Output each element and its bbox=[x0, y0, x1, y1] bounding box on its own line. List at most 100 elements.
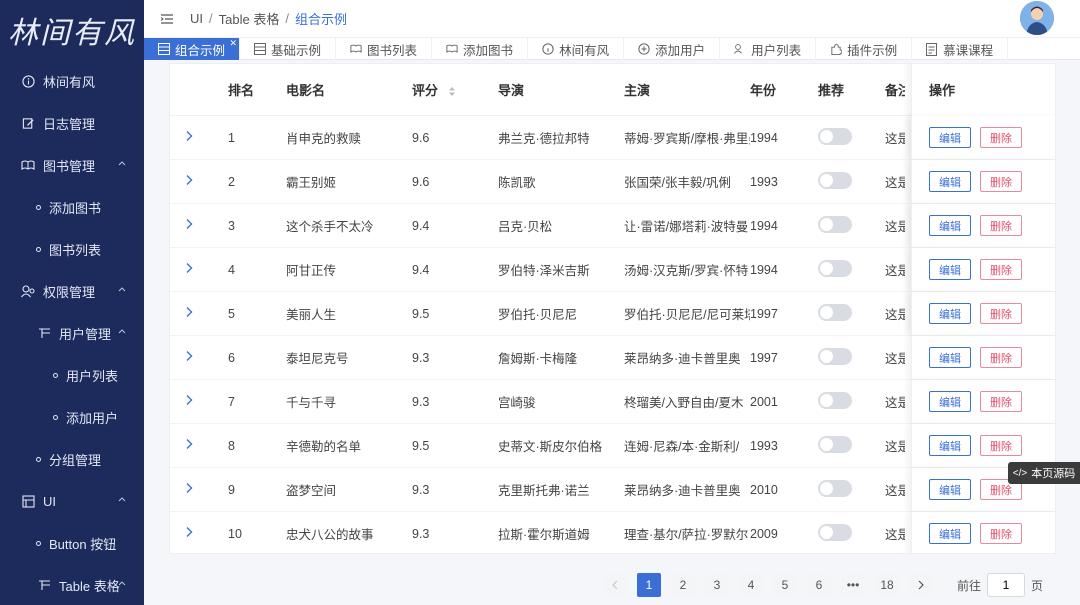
edit-button[interactable]: 编辑 bbox=[929, 127, 971, 148]
bullet-icon bbox=[36, 540, 41, 546]
recommend-toggle[interactable] bbox=[818, 347, 852, 365]
bullet-icon bbox=[36, 456, 41, 462]
edit-button[interactable]: 编辑 bbox=[929, 347, 971, 368]
tab-add-user[interactable]: 添加用户 bbox=[624, 38, 721, 60]
recommend-toggle[interactable] bbox=[818, 303, 852, 321]
sidebar-item-about[interactable]: 林间有风 bbox=[0, 60, 144, 102]
recommend-toggle[interactable] bbox=[818, 259, 852, 277]
column-header-name: 电影名 bbox=[286, 83, 326, 98]
tab-label: 用户列表 bbox=[751, 43, 802, 58]
tab-add-book[interactable]: 添加图书 bbox=[432, 38, 529, 60]
recommend-toggle[interactable] bbox=[818, 127, 852, 145]
recommend-toggle[interactable] bbox=[818, 391, 852, 409]
delete-button[interactable]: 删除 bbox=[980, 215, 1022, 236]
goto-page-input[interactable] bbox=[987, 573, 1026, 597]
page-more-button[interactable]: ••• bbox=[841, 573, 865, 597]
edit-button[interactable]: 编辑 bbox=[929, 259, 971, 280]
edit-button[interactable]: 编辑 bbox=[929, 215, 971, 236]
tab-about[interactable]: 林间有风 bbox=[528, 38, 625, 60]
edit-button[interactable]: 编辑 bbox=[929, 303, 971, 324]
sidebar-item-add-book[interactable]: 添加图书 bbox=[0, 186, 144, 228]
menu-fold-icon[interactable] bbox=[160, 12, 174, 26]
sidebar-item-add-user[interactable]: 添加用户 bbox=[0, 396, 144, 438]
recommend-toggle[interactable] bbox=[818, 435, 852, 453]
edit-button[interactable]: 编辑 bbox=[929, 391, 971, 412]
expand-row-button[interactable] bbox=[170, 394, 218, 409]
sidebar-item-user-mgmt[interactable]: 用户管理 bbox=[0, 312, 144, 354]
edit-button[interactable]: 编辑 bbox=[929, 479, 971, 500]
edit-button[interactable]: 编辑 bbox=[929, 171, 971, 192]
expand-row-button[interactable] bbox=[170, 350, 218, 365]
edit-button[interactable]: 编辑 bbox=[929, 523, 971, 544]
delete-button[interactable]: 删除 bbox=[980, 171, 1022, 192]
column-header-rank: 排名 bbox=[228, 83, 255, 98]
sidebar-item-label: 权限管理 bbox=[43, 284, 96, 300]
sidebar-item-books[interactable]: 图书管理 bbox=[0, 144, 144, 186]
recommend-toggle[interactable] bbox=[818, 215, 852, 233]
page-number-button[interactable]: 5 bbox=[773, 573, 797, 597]
recommend-toggle[interactable] bbox=[818, 171, 852, 189]
expand-row-button[interactable] bbox=[170, 218, 218, 233]
breadcrumb-item[interactable]: Table 表格 bbox=[219, 9, 280, 28]
delete-button[interactable]: 删除 bbox=[980, 391, 1022, 412]
tab-combo-example[interactable]: 组合示例 ✕ bbox=[144, 38, 241, 60]
table-icon bbox=[254, 43, 267, 55]
cell-rank: 4 bbox=[228, 262, 235, 277]
page-number-button[interactable]: 4 bbox=[739, 573, 763, 597]
page-number-button[interactable]: 6 bbox=[807, 573, 831, 597]
delete-button[interactable]: 删除 bbox=[980, 435, 1022, 456]
tab-mooc-course[interactable]: 慕课课程 bbox=[912, 38, 1009, 60]
expand-row-button[interactable] bbox=[170, 526, 218, 541]
book-icon bbox=[350, 43, 362, 55]
view-source-button[interactable]: </> 本页源码 bbox=[1008, 462, 1080, 484]
sidebar-item-user-list[interactable]: 用户列表 bbox=[0, 354, 144, 396]
page-number-button[interactable]: 18 bbox=[875, 573, 899, 597]
delete-button[interactable]: 删除 bbox=[980, 303, 1022, 324]
sidebar-item-logs[interactable]: 日志管理 bbox=[0, 102, 144, 144]
breadcrumb-item[interactable]: UI bbox=[190, 11, 203, 26]
column-header-note: 备注 bbox=[885, 83, 905, 98]
tab-plugin-example[interactable]: 插件示例 bbox=[816, 38, 913, 60]
edit-button[interactable]: 编辑 bbox=[929, 435, 971, 456]
delete-button[interactable]: 删除 bbox=[980, 347, 1022, 368]
app-logo[interactable]: 林间有风 bbox=[0, 0, 144, 60]
cell-rank: 9 bbox=[228, 482, 235, 497]
sidebar-item-groups[interactable]: 分组管理 bbox=[0, 438, 144, 480]
page-number-button[interactable]: 3 bbox=[705, 573, 729, 597]
page-number-button[interactable]: 1 bbox=[637, 573, 661, 597]
puzzle-icon bbox=[830, 43, 843, 56]
recommend-toggle[interactable] bbox=[818, 479, 852, 497]
book-icon bbox=[20, 157, 36, 173]
chevron-right-icon bbox=[186, 263, 193, 273]
column-header-label: 评分 bbox=[412, 83, 439, 98]
recommend-toggle[interactable] bbox=[818, 523, 852, 541]
next-page-button[interactable] bbox=[909, 573, 933, 597]
expand-row-button[interactable] bbox=[170, 262, 218, 277]
expand-row-button[interactable] bbox=[170, 174, 218, 189]
sidebar-item-table[interactable]: Table 表格 bbox=[0, 564, 144, 605]
view-source-label: 本页源码 bbox=[1031, 468, 1076, 480]
delete-button[interactable]: 删除 bbox=[980, 259, 1022, 280]
tab-label: 组合示例 bbox=[175, 43, 226, 58]
tab-book-list[interactable]: 图书列表 bbox=[336, 38, 433, 60]
sidebar-item-ui[interactable]: UI bbox=[0, 480, 144, 522]
sidebar-item-label: Button 按钮 bbox=[49, 536, 117, 552]
prev-page-button[interactable] bbox=[603, 573, 627, 597]
delete-button[interactable]: 删除 bbox=[980, 523, 1022, 544]
avatar[interactable] bbox=[1020, 1, 1054, 35]
column-header-score[interactable]: 评分 bbox=[412, 80, 498, 99]
sort-icon[interactable] bbox=[448, 86, 456, 97]
cell-rank: 6 bbox=[228, 350, 235, 365]
sidebar-item-button[interactable]: Button 按钮 bbox=[0, 522, 144, 564]
expand-row-button[interactable] bbox=[170, 130, 218, 145]
tab-basic-example[interactable]: 基础示例 bbox=[240, 38, 337, 60]
close-icon[interactable]: ✕ bbox=[229, 38, 237, 49]
sidebar-item-permissions[interactable]: 权限管理 bbox=[0, 270, 144, 312]
tab-user-list[interactable]: 用户列表 bbox=[720, 38, 817, 60]
expand-row-button[interactable] bbox=[170, 438, 218, 453]
expand-row-button[interactable] bbox=[170, 306, 218, 321]
delete-button[interactable]: 删除 bbox=[980, 127, 1022, 148]
expand-row-button[interactable] bbox=[170, 482, 218, 497]
page-number-button[interactable]: 2 bbox=[671, 573, 695, 597]
sidebar-item-book-list[interactable]: 图书列表 bbox=[0, 228, 144, 270]
